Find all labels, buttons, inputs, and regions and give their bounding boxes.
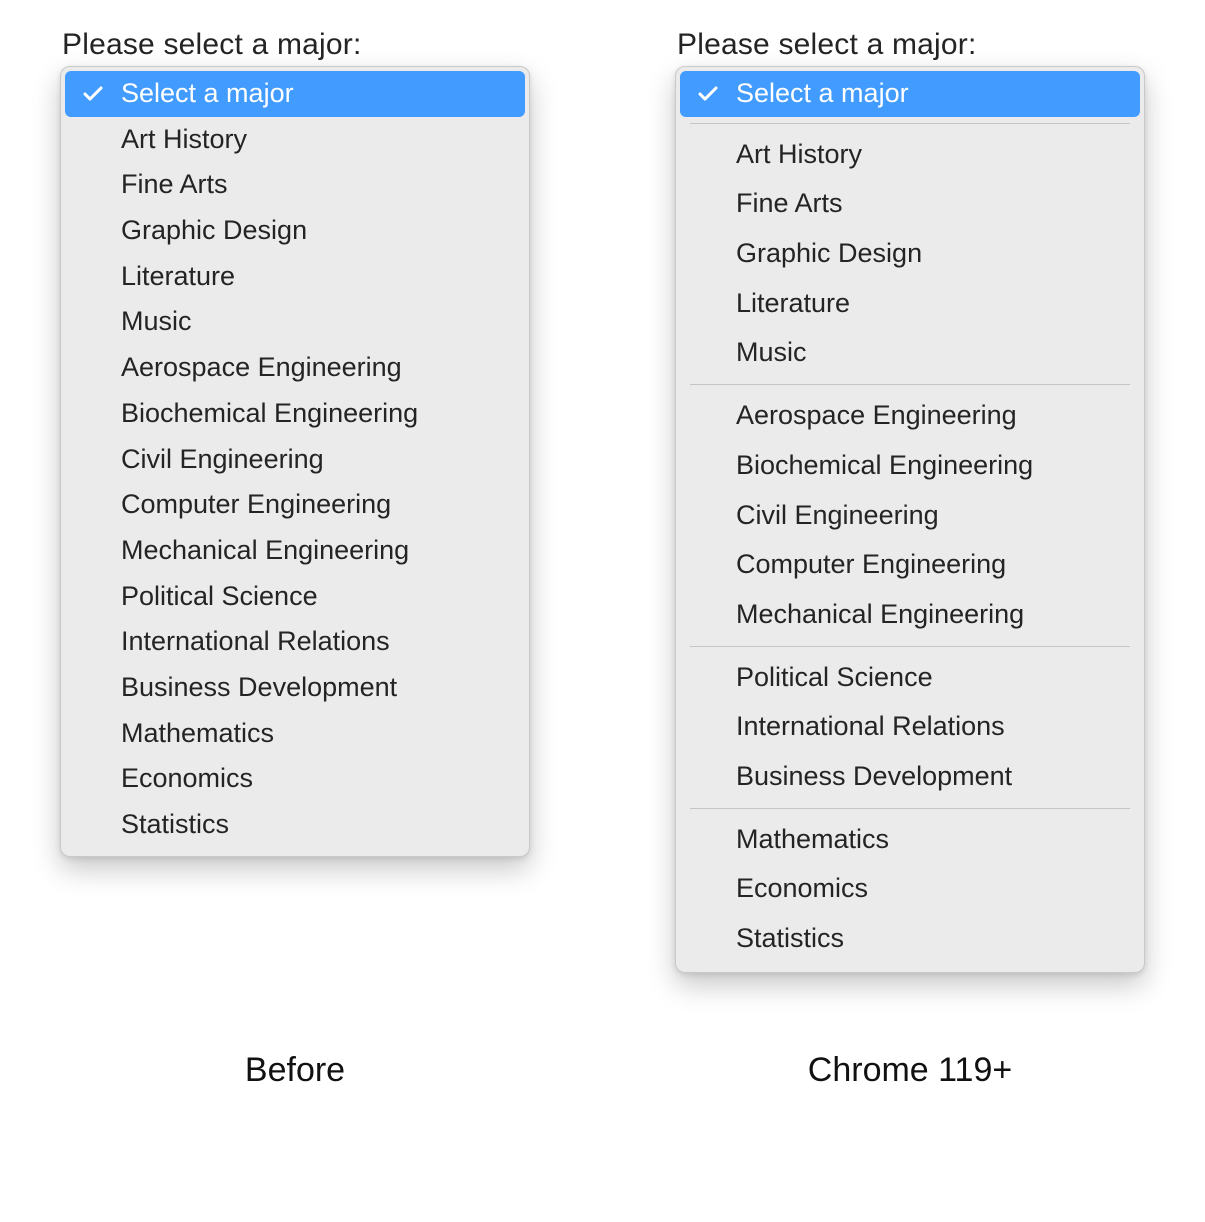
option-label: Political Science — [121, 582, 318, 612]
option-label: Music — [736, 338, 807, 368]
option-label: Computer Engineering — [736, 550, 1006, 580]
group-divider — [690, 808, 1130, 809]
select-popup-before[interactable]: Select a major Art History Fine Arts Graph… — [60, 66, 530, 857]
option-label: Literature — [121, 262, 235, 292]
option-label: Mathematics — [736, 825, 889, 855]
option-label: Select a major — [736, 79, 909, 109]
option-item[interactable]: Political Science — [676, 653, 1144, 703]
option-item[interactable]: Biochemical Engineering — [61, 391, 529, 437]
option-label: Aerospace Engineering — [121, 353, 402, 383]
option-label: Economics — [121, 764, 253, 794]
option-selected[interactable]: Select a major — [680, 71, 1140, 117]
option-item[interactable]: Political Science — [61, 574, 529, 620]
select-popup-after[interactable]: Select a major Art History Fine Arts Graph… — [675, 66, 1145, 973]
option-item[interactable]: Music — [61, 299, 529, 345]
option-label: Literature — [736, 289, 850, 319]
option-item[interactable]: Computer Engineering — [676, 540, 1144, 590]
option-item[interactable]: Statistics — [676, 914, 1144, 964]
option-label: Civil Engineering — [121, 445, 324, 475]
option-label: Business Development — [121, 673, 397, 703]
option-label: Mechanical Engineering — [736, 600, 1024, 630]
select-label-after: Please select a major: — [677, 28, 977, 62]
option-label: Political Science — [736, 663, 933, 693]
option-item[interactable]: Aerospace Engineering — [61, 345, 529, 391]
option-item[interactable]: Economics — [676, 864, 1144, 914]
option-item[interactable]: Civil Engineering — [676, 491, 1144, 541]
option-label: Mechanical Engineering — [121, 536, 409, 566]
option-label: Graphic Design — [736, 239, 922, 269]
option-label: Biochemical Engineering — [736, 451, 1033, 481]
checkmark-icon — [81, 81, 105, 105]
option-label: Graphic Design — [121, 216, 307, 246]
option-label: Business Development — [736, 762, 1012, 792]
after-column: Please select a major: Select a major Ar… — [675, 28, 1145, 973]
option-item[interactable]: Art History — [676, 130, 1144, 180]
option-item[interactable]: Statistics — [61, 802, 529, 848]
option-item[interactable]: Music — [676, 328, 1144, 378]
option-label: International Relations — [736, 712, 1005, 742]
option-label: Art History — [121, 125, 247, 155]
option-label: Mathematics — [121, 719, 274, 749]
checkmark-icon — [696, 81, 720, 105]
option-selected[interactable]: Select a major — [65, 71, 525, 117]
option-label: Select a major — [121, 79, 294, 109]
group-divider — [690, 646, 1130, 647]
option-item[interactable]: Literature — [61, 254, 529, 300]
option-item[interactable]: Mechanical Engineering — [61, 528, 529, 574]
option-label: Art History — [736, 140, 862, 170]
option-item[interactable]: Business Development — [676, 752, 1144, 802]
option-item[interactable]: International Relations — [676, 702, 1144, 752]
caption-before: Before — [60, 1051, 530, 1090]
option-item[interactable]: Graphic Design — [61, 208, 529, 254]
option-item[interactable]: Graphic Design — [676, 229, 1144, 279]
option-label: International Relations — [121, 627, 390, 657]
option-label: Aerospace Engineering — [736, 401, 1017, 431]
option-item[interactable]: Fine Arts — [61, 162, 529, 208]
option-label: Biochemical Engineering — [121, 399, 418, 429]
select-label-before: Please select a major: — [62, 28, 362, 62]
option-item[interactable]: Aerospace Engineering — [676, 391, 1144, 441]
option-item[interactable]: Fine Arts — [676, 179, 1144, 229]
option-label: Fine Arts — [121, 170, 228, 200]
option-label: Economics — [736, 874, 868, 904]
option-item[interactable]: Mechanical Engineering — [676, 590, 1144, 640]
option-item[interactable]: Civil Engineering — [61, 437, 529, 483]
group-divider — [690, 384, 1130, 385]
option-label: Civil Engineering — [736, 501, 939, 531]
option-label: Statistics — [121, 810, 229, 840]
caption-after: Chrome 119+ — [675, 1051, 1145, 1090]
option-item[interactable]: Computer Engineering — [61, 482, 529, 528]
option-label: Music — [121, 307, 192, 337]
option-item[interactable]: International Relations — [61, 619, 529, 665]
option-label: Fine Arts — [736, 189, 843, 219]
option-item[interactable]: Literature — [676, 279, 1144, 329]
before-column: Please select a major: Select a major Ar… — [60, 28, 530, 857]
option-item[interactable]: Economics — [61, 756, 529, 802]
option-item[interactable]: Mathematics — [676, 815, 1144, 865]
option-label: Computer Engineering — [121, 490, 391, 520]
option-item[interactable]: Art History — [61, 117, 529, 163]
group-divider — [690, 123, 1130, 124]
option-item[interactable]: Mathematics — [61, 711, 529, 757]
option-item[interactable]: Business Development — [61, 665, 529, 711]
option-item[interactable]: Biochemical Engineering — [676, 441, 1144, 491]
option-label: Statistics — [736, 924, 844, 954]
